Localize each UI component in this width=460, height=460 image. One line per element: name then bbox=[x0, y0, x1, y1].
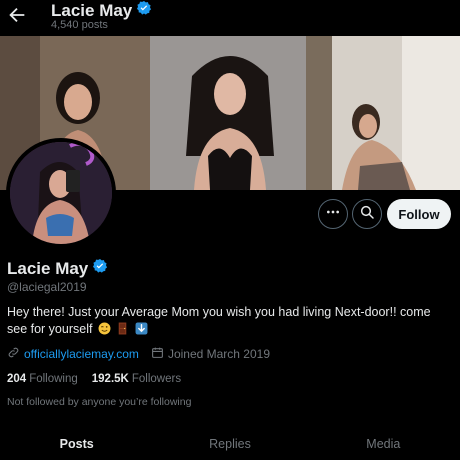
winking-face-icon bbox=[98, 322, 111, 335]
calendar-icon bbox=[151, 346, 164, 362]
profile-name-label: Lacie May bbox=[7, 258, 89, 278]
down-arrow-icon bbox=[135, 322, 148, 335]
more-icon bbox=[325, 204, 341, 225]
follow-context-note: Not followed by anyone you’re following bbox=[7, 396, 192, 408]
search-button[interactable] bbox=[352, 199, 382, 229]
follow-stats: 204 Following 192.5K Followers bbox=[7, 373, 181, 385]
follow-button[interactable]: Follow bbox=[387, 199, 451, 229]
link-icon bbox=[7, 346, 20, 362]
following-link[interactable]: 204 Following bbox=[7, 373, 78, 385]
avatar[interactable] bbox=[10, 142, 112, 244]
website-link[interactable]: officiallylaciemay.com bbox=[24, 347, 139, 361]
top-bar: Lacie May 4,540 posts bbox=[0, 0, 460, 36]
banner-photo-2 bbox=[150, 36, 306, 190]
profile-bio: Hey there! Just your Average Mom you wis… bbox=[7, 304, 452, 338]
profile-name: Lacie May bbox=[7, 258, 108, 279]
following-count: 204 bbox=[7, 373, 27, 385]
tab-replies[interactable]: Replies bbox=[153, 425, 306, 460]
door-icon bbox=[116, 322, 129, 335]
search-icon bbox=[359, 204, 375, 225]
bio-text: Hey there! Just your Average Mom you wis… bbox=[7, 305, 431, 336]
followers-label: Followers bbox=[131, 373, 182, 385]
profile-tabs: Posts Replies Media bbox=[0, 425, 460, 460]
profile-handle: @laciegal2019 bbox=[7, 280, 87, 294]
tab-media[interactable]: Media bbox=[307, 425, 460, 460]
post-count: 4,540 posts bbox=[51, 19, 108, 31]
tab-posts[interactable]: Posts bbox=[0, 425, 153, 460]
header-name: Lacie May bbox=[51, 0, 152, 21]
followers-count: 192.5K bbox=[91, 373, 129, 385]
header-name-label: Lacie May bbox=[51, 0, 133, 20]
profile-meta: officiallylaciemay.com Joined March 2019 bbox=[7, 346, 270, 362]
following-label: Following bbox=[29, 373, 78, 385]
more-button[interactable] bbox=[318, 199, 348, 229]
followers-link[interactable]: 192.5K Followers bbox=[92, 373, 181, 385]
verified-icon[interactable] bbox=[92, 258, 108, 279]
joined-date: Joined March 2019 bbox=[167, 347, 271, 361]
banner-photo-3 bbox=[306, 36, 460, 190]
verified-icon[interactable] bbox=[136, 0, 152, 21]
arrow-left-icon[interactable] bbox=[6, 4, 28, 26]
